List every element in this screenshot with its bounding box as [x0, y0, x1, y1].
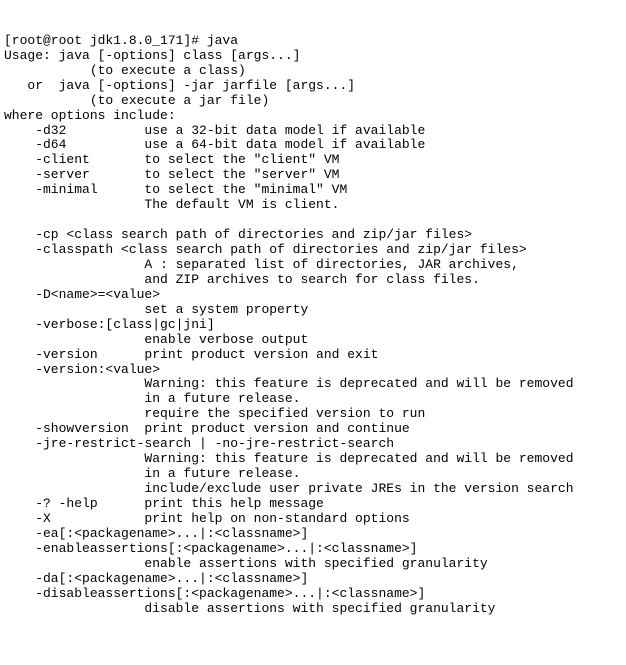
terminal-output: [root@root jdk1.8.0_171]# java Usage: ja… [4, 34, 626, 617]
shell-prompt[interactable]: [root@root jdk1.8.0_171]# java [4, 33, 238, 48]
output-line: -minimal to select the "minimal" VM [4, 182, 347, 197]
output-line: -D<name>=<value> [4, 287, 160, 302]
output-line: set a system property [4, 302, 308, 317]
output-line: -d32 use a 32-bit data model if availabl… [4, 123, 425, 138]
output-line: -enableassertions[:<packagename>...|:<cl… [4, 541, 417, 556]
output-line: and ZIP archives to search for class fil… [4, 272, 480, 287]
output-line: disable assertions with specified granul… [4, 601, 495, 616]
output-line: -verbose:[class|gc|jni] [4, 317, 215, 332]
output-line: require the specified version to run [4, 406, 425, 421]
output-line: -jre-restrict-search | -no-jre-restrict-… [4, 436, 394, 451]
output-line: enable assertions with specified granula… [4, 556, 488, 571]
output-line: -server to select the "server" VM [4, 167, 339, 182]
output-line: -da[:<packagename>...|:<classname>] [4, 571, 308, 586]
output-line: -client to select the "client" VM [4, 152, 339, 167]
output-line: where options include: [4, 108, 176, 123]
output-line: in a future release. [4, 391, 300, 406]
output-line: A : separated list of directories, JAR a… [4, 257, 519, 272]
output-line: -version:<value> [4, 362, 160, 377]
output-line: include/exclude user private JREs in the… [4, 481, 574, 496]
output-line: -ea[:<packagename>...|:<classname>] [4, 526, 308, 541]
output-line: -disableassertions[:<packagename>...|:<c… [4, 586, 425, 601]
output-line: (to execute a jar file) [4, 93, 269, 108]
output-line: Warning: this feature is deprecated and … [4, 376, 574, 391]
output-line: -classpath <class search path of directo… [4, 242, 527, 257]
output-line: -version print product version and exit [4, 347, 378, 362]
output-line: -showversion print product version and c… [4, 421, 410, 436]
output-line: -X print help on non-standard options [4, 511, 410, 526]
output-line: (to execute a class) [4, 63, 246, 78]
output-line: -cp <class search path of directories an… [4, 227, 472, 242]
output-line: -? -help print this help message [4, 496, 324, 511]
output-line: Warning: this feature is deprecated and … [4, 451, 574, 466]
output-line: in a future release. [4, 466, 300, 481]
output-line: The default VM is client. [4, 197, 339, 212]
output-line: enable verbose output [4, 332, 308, 347]
output-line: Usage: java [-options] class [args...] [4, 48, 300, 63]
output-line: or java [-options] -jar jarfile [args...… [4, 78, 355, 93]
output-line: -d64 use a 64-bit data model if availabl… [4, 137, 425, 152]
